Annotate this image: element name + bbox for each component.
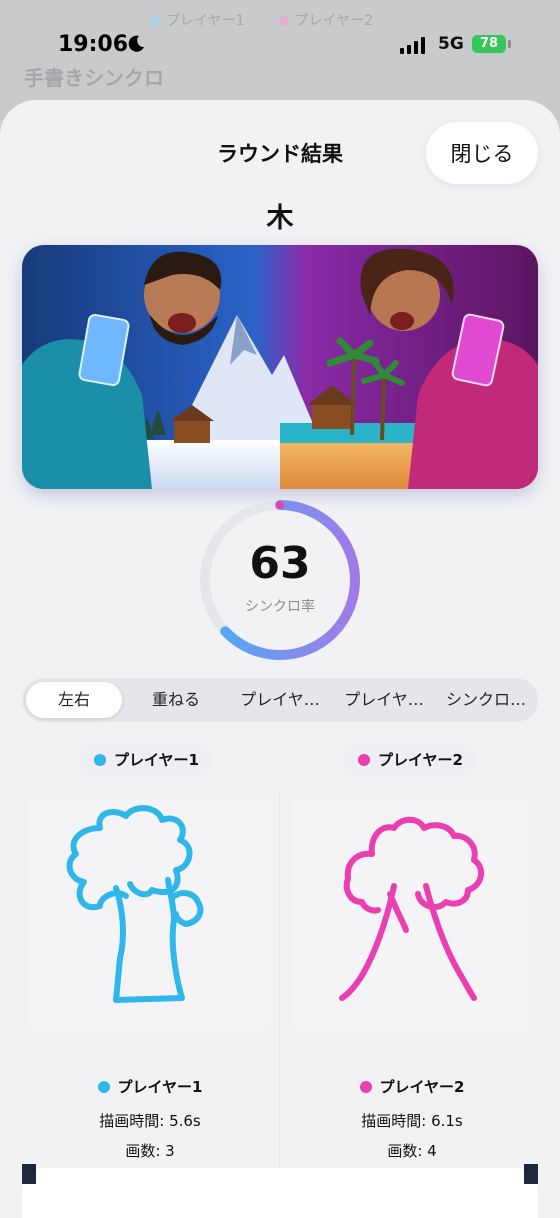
player2-label: プレイヤー2: [344, 744, 477, 776]
tab-player1[interactable]: プレイヤ…: [230, 682, 330, 718]
sync-ring-start-marker: [276, 501, 284, 509]
player1-stroke-count: 画数: 3: [125, 1142, 175, 1160]
player2-stroke-count: 画数: 4: [387, 1142, 437, 1160]
sync-score: 63: [249, 538, 311, 589]
bottom-corner-left: [22, 1164, 36, 1184]
player2-stat-name: プレイヤー2: [282, 1076, 542, 1097]
player1-drawing: [30, 794, 272, 1034]
hero-illustration: [22, 245, 538, 489]
topic-word: 木: [266, 203, 294, 234]
signal-icon: [400, 36, 425, 54]
player1-stat-name: プレイヤー1: [20, 1076, 280, 1097]
tab-overlay[interactable]: 重ねる: [126, 682, 226, 718]
player1-label: プレイヤー1: [80, 744, 213, 776]
player1-stat-dot: [97, 1081, 110, 1093]
battery-icon: 78: [472, 35, 506, 53]
bottom-corner-right: [524, 1164, 538, 1184]
tab-side-by-side[interactable]: 左右: [26, 682, 122, 718]
player1-tree-sketch: [66, 805, 204, 1003]
hero-image: [22, 245, 538, 489]
background-legend-1: プレイヤー1: [150, 10, 245, 30]
background-legend: プレイヤー1 プレイヤー2: [150, 10, 373, 30]
sync-score-label: シンクロ率: [245, 599, 315, 615]
player2-color-dot: [358, 754, 370, 766]
tab-player2[interactable]: プレイヤ…: [334, 682, 434, 718]
battery-tip: [508, 40, 511, 48]
status-bar: 19:06 5G 78: [0, 28, 560, 64]
player1-draw-time: 描画時間: 5.6s: [99, 1112, 201, 1130]
view-mode-tabs: 左右 重ねる プレイヤ… プレイヤ… シンクロ…: [22, 678, 538, 722]
background-title: 手書きシンクロ: [24, 66, 164, 90]
network-label: 5G: [438, 34, 464, 54]
close-button[interactable]: 閉じる: [426, 122, 538, 184]
round-result-sheet: ラウンド結果 閉じる 木 63 シンクロ率 左右 重ねる プレイヤ… プレイヤ……: [0, 100, 560, 1218]
moon-icon: [128, 35, 144, 52]
background-legend-2: プレイヤー2: [278, 10, 373, 30]
player1-color-dot: [94, 754, 106, 766]
player2-drawing: [290, 794, 532, 1034]
player2-tree-sketch: [339, 816, 485, 1001]
player2-draw-time: 描画時間: 6.1s: [361, 1112, 463, 1130]
status-time: 19:06: [58, 32, 129, 57]
tab-sync-detail[interactable]: シンクロ…: [438, 682, 534, 718]
player2-stat-dot: [359, 1081, 372, 1093]
bottom-panel: [22, 1168, 538, 1218]
sync-rate-ring: 63 シンクロ率: [196, 496, 364, 664]
